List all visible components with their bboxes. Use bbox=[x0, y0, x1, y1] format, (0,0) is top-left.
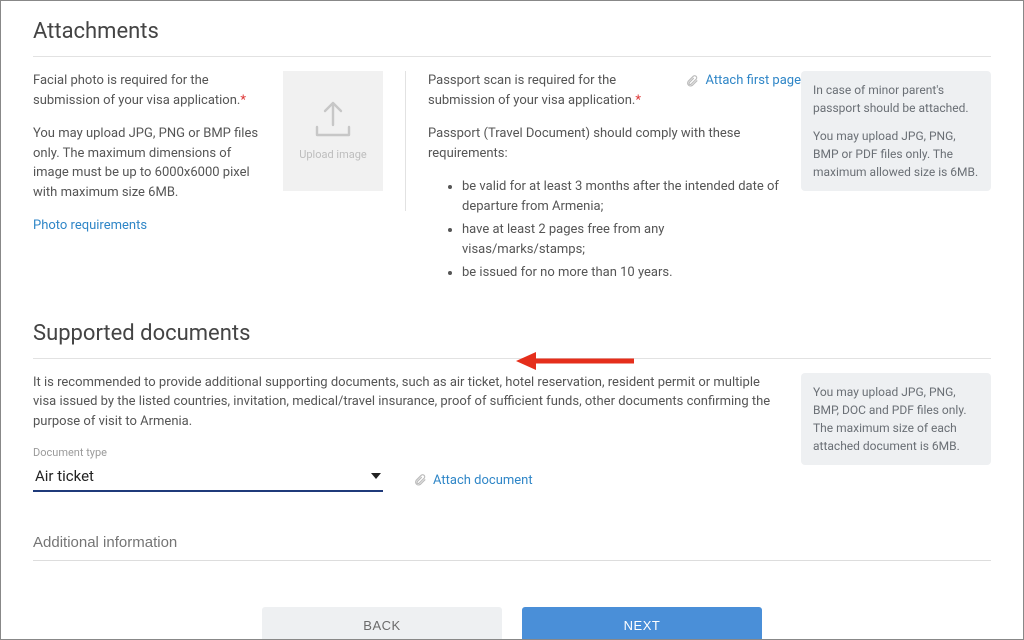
supported-title: Supported documents bbox=[33, 317, 991, 350]
passport-required-span: Passport scan is required for the submis… bbox=[428, 73, 635, 108]
back-button[interactable]: BACK bbox=[262, 607, 502, 640]
passport-req-item: be issued for no more than 10 years. bbox=[462, 263, 787, 283]
supported-info-text: You may upload JPG, PNG, BMP, DOC and PD… bbox=[813, 383, 979, 455]
photo-requirements-link[interactable]: Photo requirements bbox=[33, 218, 147, 233]
supported-intro: It is recommended to provide additional … bbox=[33, 373, 777, 432]
divider bbox=[33, 56, 991, 57]
attach-first-page-link[interactable]: Attach first page bbox=[685, 71, 801, 91]
additional-info-row bbox=[33, 534, 991, 561]
vertical-divider bbox=[405, 71, 406, 211]
supported-section: Supported documents It is recommended to… bbox=[33, 317, 991, 640]
passport-req-item: be valid for at least 3 months after the… bbox=[462, 177, 787, 216]
passport-info-2: You may upload JPG, PNG, BMP or PDF file… bbox=[813, 127, 979, 181]
photo-upload-column: Upload image bbox=[283, 71, 393, 191]
doctype-field: Document type Air ticket bbox=[33, 445, 383, 492]
supported-info-column: You may upload JPG, PNG, BMP, DOC and PD… bbox=[801, 373, 991, 465]
chevron-down-icon bbox=[371, 473, 381, 479]
passport-info-column: In case of minor parent's passport shoul… bbox=[801, 71, 991, 191]
attach-document-link[interactable]: Attach document bbox=[413, 471, 533, 491]
doctype-select[interactable]: Air ticket bbox=[33, 462, 383, 493]
upload-icon bbox=[311, 99, 355, 139]
passport-comply-text: Passport (Travel Document) should comply… bbox=[428, 124, 787, 163]
supported-row: It is recommended to provide additional … bbox=[33, 373, 991, 493]
attach-first-page-label: Attach first page bbox=[705, 71, 801, 91]
passport-info-1: In case of minor parent's passport shoul… bbox=[813, 81, 979, 117]
photo-required-text: Facial photo is required for the submiss… bbox=[33, 71, 267, 110]
passport-info-box: In case of minor parent's passport shoul… bbox=[801, 71, 991, 191]
next-button[interactable]: NEXT bbox=[522, 607, 762, 640]
passport-text-column: Attach first page Passport scan is requi… bbox=[428, 71, 801, 287]
upload-image-label: Upload image bbox=[299, 147, 367, 164]
attachments-title: Attachments bbox=[33, 15, 991, 48]
paperclip-icon bbox=[413, 473, 427, 487]
photo-text-column: Facial photo is required for the submiss… bbox=[33, 71, 283, 236]
button-row: BACK NEXT bbox=[33, 607, 991, 640]
supported-info-box: You may upload JPG, PNG, BMP, DOC and PD… bbox=[801, 373, 991, 465]
additional-info-input[interactable] bbox=[33, 534, 991, 551]
doctype-row: Document type Air ticket Attach document bbox=[33, 445, 777, 492]
photo-required-span: Facial photo is required for the submiss… bbox=[33, 73, 240, 108]
upload-image-box[interactable]: Upload image bbox=[283, 71, 383, 191]
required-asterisk: * bbox=[240, 93, 246, 108]
attachments-row: Facial photo is required for the submiss… bbox=[33, 71, 991, 287]
divider bbox=[33, 358, 991, 359]
passport-req-item: have at least 2 pages free from any visa… bbox=[462, 220, 787, 259]
page-container: Attachments Facial photo is required for… bbox=[0, 0, 1024, 640]
paperclip-icon bbox=[685, 74, 699, 88]
supported-text-column: It is recommended to provide additional … bbox=[33, 373, 801, 493]
photo-upload-note: You may upload JPG, PNG or BMP files onl… bbox=[33, 124, 267, 202]
doctype-label: Document type bbox=[33, 445, 383, 462]
doctype-value: Air ticket bbox=[35, 465, 94, 488]
passport-requirements-list: be valid for at least 3 months after the… bbox=[428, 177, 787, 283]
attach-document-label: Attach document bbox=[433, 471, 533, 491]
required-asterisk: * bbox=[635, 93, 641, 108]
